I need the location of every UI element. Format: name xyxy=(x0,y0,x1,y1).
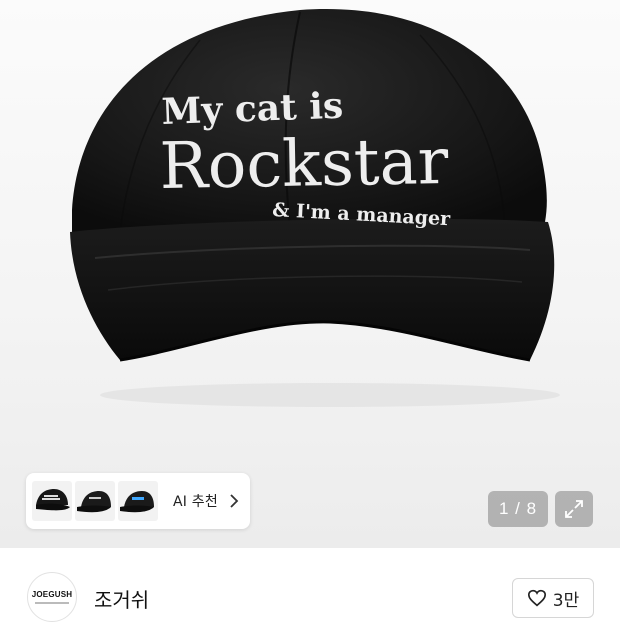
heart-icon xyxy=(527,589,546,607)
expand-icon xyxy=(565,500,583,518)
thumbnail-cap-2[interactable] xyxy=(75,481,115,521)
seller-logo-underline xyxy=(35,602,69,604)
ai-recommend-label: AI 추천 xyxy=(173,494,218,510)
embroidery-line-1: My cat is xyxy=(161,85,344,133)
expand-button[interactable] xyxy=(555,491,593,527)
product-image-gallery[interactable]: My cat is Rockstar & I'm a manager AI 추천 xyxy=(0,0,620,548)
page-indicator: 1 / 8 xyxy=(488,491,548,527)
like-button[interactable]: 3만 xyxy=(512,578,594,618)
seller-name[interactable]: 조거쉬 xyxy=(94,584,149,613)
embroidery-line-2: Rockstar xyxy=(159,125,449,204)
like-count: 3만 xyxy=(552,590,580,611)
chevron-right-icon xyxy=(230,494,239,508)
seller-logo-text: JOEGUSH xyxy=(31,590,73,599)
seller-avatar[interactable]: JOEGUSH xyxy=(27,572,77,622)
thumbnail-cap-1[interactable] xyxy=(32,481,72,521)
ai-recommend-button[interactable]: AI 추천 xyxy=(26,473,250,529)
product-photo: My cat is Rockstar & I'm a manager xyxy=(70,9,560,407)
thumbnail-cap-3[interactable] xyxy=(118,481,158,521)
